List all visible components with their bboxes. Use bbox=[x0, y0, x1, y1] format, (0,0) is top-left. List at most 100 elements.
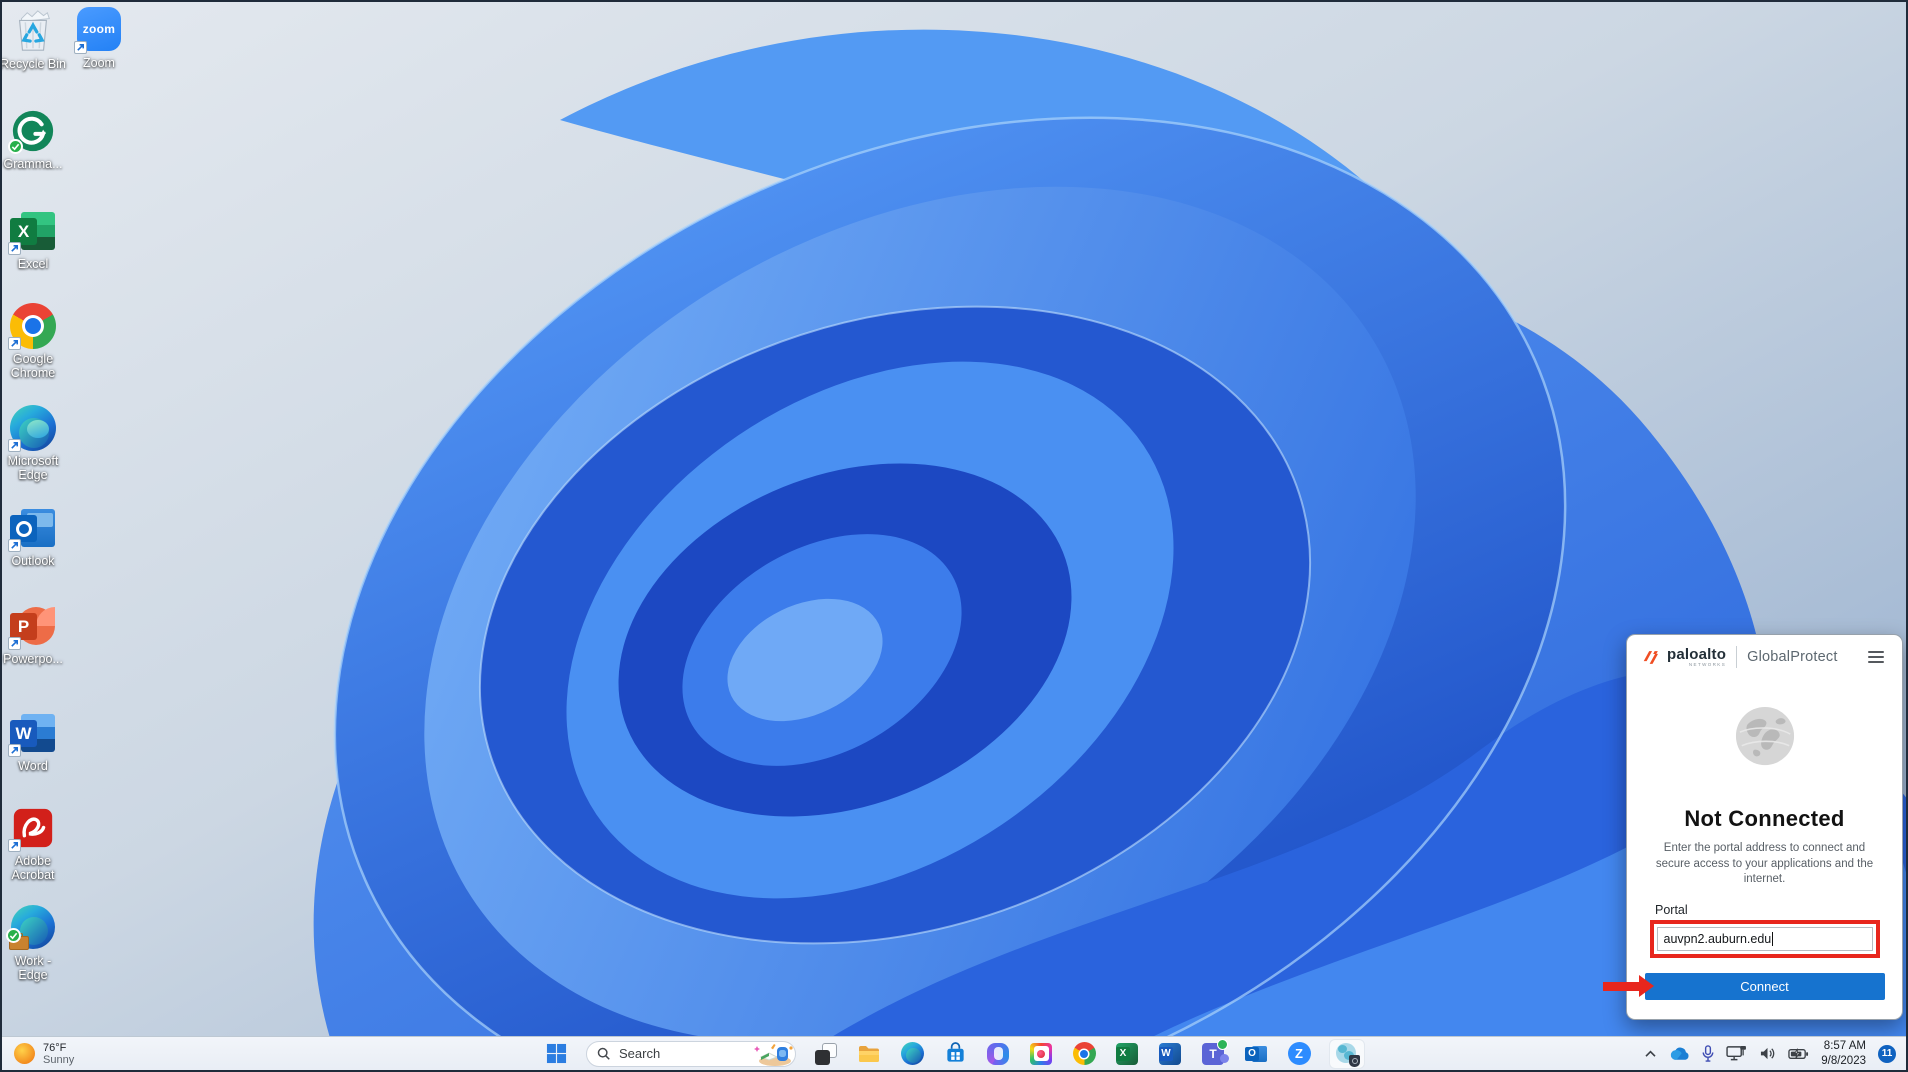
recycle-bin-icon bbox=[18, 10, 50, 51]
shortcut-arrow-icon bbox=[8, 439, 21, 452]
connect-button[interactable]: Connect bbox=[1644, 972, 1885, 1000]
desktop-icon-work-edge[interactable]: Work - Edge bbox=[0, 905, 66, 982]
brand-subtext: NETWORKS bbox=[1688, 661, 1727, 667]
globalprotect-taskbar-button[interactable] bbox=[1329, 1038, 1365, 1069]
portal-input[interactable]: auvpn2.auburn.edu bbox=[1656, 926, 1873, 951]
product-name: GlobalProtect bbox=[1747, 649, 1838, 665]
search-highlights-icon bbox=[754, 1043, 793, 1066]
tray-time: 8:57 AM bbox=[1823, 1039, 1866, 1052]
word-taskbar-button[interactable]: W bbox=[1157, 1041, 1183, 1067]
outlook-taskbar-button[interactable]: O bbox=[1243, 1041, 1269, 1067]
microsoft-365-icon bbox=[987, 1042, 1009, 1065]
teams-taskbar-button[interactable]: T bbox=[1200, 1038, 1229, 1067]
shortcut-arrow-icon bbox=[74, 41, 87, 54]
desktop-icon-label: Outlook bbox=[11, 554, 55, 568]
desktop-icon-label: Word bbox=[18, 759, 48, 773]
desktop-icon-label: Powerpo... bbox=[3, 652, 63, 666]
search-placeholder: Search bbox=[619, 1046, 661, 1061]
check-badge-icon bbox=[8, 139, 23, 154]
desktop-icon-zoom[interactable]: zoom Zoom bbox=[66, 6, 132, 70]
desktop-icon-label: Recycle Bin bbox=[0, 57, 66, 71]
edge-taskbar-button[interactable] bbox=[899, 1041, 925, 1067]
desktop-icon-outlook[interactable]: Outlook bbox=[0, 505, 66, 568]
desktop-icon-label: Microsoft Edge bbox=[7, 454, 59, 482]
hamburger-menu-icon[interactable] bbox=[1864, 647, 1888, 667]
weather-condition: Sunny bbox=[43, 1053, 75, 1066]
adobe-cc-icon bbox=[1030, 1042, 1052, 1065]
microsoft-store-icon bbox=[946, 1042, 964, 1062]
shortcut-arrow-icon bbox=[8, 839, 21, 852]
portal-label: Portal bbox=[1655, 902, 1688, 917]
microsoft-store-button[interactable] bbox=[942, 1041, 968, 1067]
start-button[interactable] bbox=[543, 1041, 569, 1067]
word-icon: W bbox=[1159, 1042, 1181, 1065]
text-caret bbox=[1772, 931, 1774, 946]
shortcut-arrow-icon bbox=[8, 539, 21, 552]
shield-icon bbox=[1349, 1054, 1360, 1067]
onedrive-icon[interactable] bbox=[1669, 1047, 1690, 1061]
outlook-icon: O bbox=[1245, 1043, 1267, 1065]
task-view-button[interactable] bbox=[813, 1041, 839, 1067]
speaker-icon[interactable] bbox=[1759, 1046, 1776, 1061]
microphone-icon[interactable] bbox=[1702, 1045, 1714, 1062]
desktop-icon-recycle-bin[interactable]: Recycle Bin bbox=[0, 8, 66, 71]
globe-icon bbox=[1735, 706, 1794, 766]
desktop-screen: Recycle Bin zoom Zoom Gramma... X Excel … bbox=[0, 0, 1908, 1072]
excel-icon: X bbox=[1116, 1042, 1138, 1065]
desktop-icon-powerpoint[interactable]: P Powerpo... bbox=[0, 603, 66, 666]
desktop-icon-label: Gramma... bbox=[3, 157, 63, 171]
battery-charging-icon[interactable] bbox=[1788, 1048, 1809, 1060]
desktop-icon-microsoft-edge[interactable]: Microsoft Edge bbox=[0, 405, 66, 482]
desktop-icon-google-chrome[interactable]: Google Chrome bbox=[0, 303, 66, 380]
red-annotation-arrow bbox=[1603, 975, 1654, 998]
globalprotect-icon bbox=[1336, 1042, 1360, 1067]
shortcut-arrow-icon bbox=[8, 637, 21, 650]
windows-start-icon bbox=[546, 1043, 566, 1064]
chrome-icon bbox=[1072, 1042, 1096, 1065]
brand-name: paloalto bbox=[1667, 645, 1727, 663]
check-badge-icon bbox=[6, 928, 21, 943]
desktop-icon-excel[interactable]: X Excel bbox=[0, 208, 66, 271]
desktop-icon-adobe-acrobat[interactable]: Adobe Acrobat bbox=[0, 805, 66, 882]
search-box[interactable]: Search bbox=[586, 1040, 796, 1067]
adobe-cc-button[interactable] bbox=[1028, 1041, 1054, 1067]
connection-status: Not Connected bbox=[1684, 806, 1845, 831]
chrome-taskbar-button[interactable] bbox=[1071, 1041, 1097, 1067]
paloalto-logo: paloalto NETWORKS bbox=[1641, 647, 1726, 668]
weather-temp: 76°F bbox=[43, 1041, 67, 1054]
hidden-icons-chevron[interactable] bbox=[1644, 1049, 1657, 1058]
shortcut-arrow-icon bbox=[8, 242, 21, 255]
status-description: Enter the portal address to connect and … bbox=[1655, 842, 1874, 886]
weather-widget[interactable]: 76°F Sunny bbox=[14, 1042, 74, 1066]
microsoft-365-button[interactable] bbox=[985, 1041, 1011, 1067]
desktop-icon-grammarly[interactable]: Gramma... bbox=[0, 108, 66, 171]
shortcut-arrow-icon bbox=[8, 337, 21, 350]
tray-date: 9/8/2023 bbox=[1821, 1054, 1866, 1067]
red-annotation-box: auvpn2.auburn.edu bbox=[1649, 919, 1880, 958]
divider bbox=[1736, 646, 1738, 668]
desktop-icon-label: Adobe Acrobat bbox=[11, 854, 55, 882]
desktop-icon-word[interactable]: W Word bbox=[0, 710, 66, 773]
shortcut-arrow-icon bbox=[8, 744, 21, 757]
portal-input-value: auvpn2.auburn.edu bbox=[1663, 931, 1772, 946]
zoom-icon: Z bbox=[1287, 1042, 1311, 1065]
zoom-taskbar-button[interactable]: Z bbox=[1286, 1041, 1312, 1067]
globalprotect-window: paloalto NETWORKS GlobalProtect Not Conn… bbox=[1603, 634, 1903, 1020]
file-explorer-button[interactable] bbox=[856, 1041, 882, 1067]
zoom-icon-text: zoom bbox=[82, 22, 116, 36]
sun-icon bbox=[14, 1043, 35, 1064]
notification-badge[interactable]: 11 bbox=[1878, 1044, 1896, 1063]
clock[interactable]: 8:57 AM 9/8/2023 bbox=[1821, 1039, 1866, 1069]
excel-taskbar-button[interactable]: X bbox=[1114, 1041, 1140, 1067]
edge-icon bbox=[900, 1042, 924, 1065]
desktop-icon-label: Google Chrome bbox=[10, 352, 56, 380]
windows-bloom-wallpaper bbox=[0, 0, 1908, 1038]
teams-icon: T bbox=[1202, 1038, 1229, 1065]
search-icon bbox=[597, 1047, 610, 1060]
desktop-icon-label: Excel bbox=[17, 257, 49, 271]
desktop-icon-label: Work - Edge bbox=[14, 954, 52, 982]
network-display-icon[interactable] bbox=[1726, 1045, 1747, 1062]
task-view-icon bbox=[815, 1042, 837, 1065]
folder-icon bbox=[859, 1045, 879, 1062]
taskbar: 76°F Sunny Search X W T O Z 8:57 AM 9/8/… bbox=[2, 1036, 1906, 1070]
